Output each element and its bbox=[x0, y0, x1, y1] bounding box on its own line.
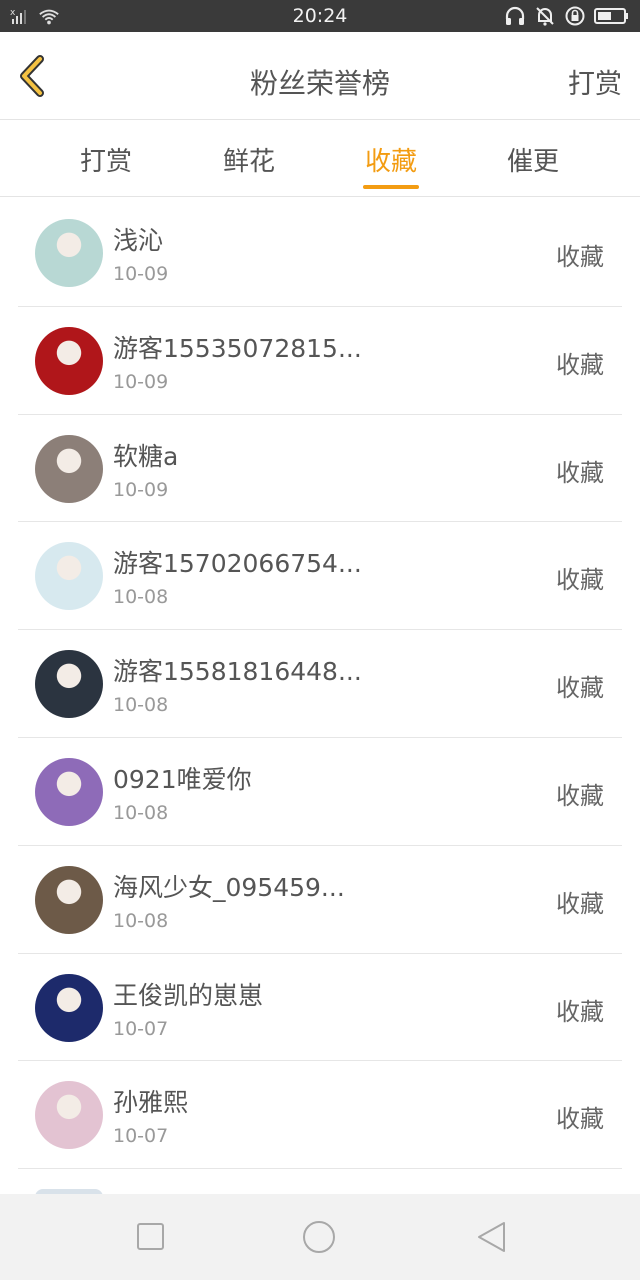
app-header: 粉丝荣誉榜 打赏 bbox=[0, 32, 640, 120]
rotation-lock-icon bbox=[565, 6, 585, 26]
favorite-label: 收藏 bbox=[556, 350, 604, 379]
avatar bbox=[35, 650, 103, 719]
status-bar: x 20:24 bbox=[0, 0, 640, 32]
date-label: 10-08 bbox=[113, 586, 169, 609]
user-name: 游客15535072815... bbox=[113, 333, 362, 363]
avatar bbox=[35, 219, 103, 287]
back-triangle-icon bbox=[478, 1222, 505, 1252]
list-item[interactable]: 游客15702066754... 10-08 收藏 bbox=[18, 522, 622, 631]
home-circle-icon bbox=[303, 1221, 335, 1253]
favorite-label: 收藏 bbox=[556, 243, 604, 271]
favorite-label: 收藏 bbox=[556, 458, 604, 487]
list-item[interactable]: 软糖a 10-09 收藏 bbox=[18, 415, 622, 523]
headphones-icon bbox=[505, 6, 525, 25]
user-name: 游客15581816448... bbox=[113, 657, 362, 687]
favorite-label: 收藏 bbox=[556, 889, 604, 918]
battery-icon bbox=[594, 8, 628, 24]
tab-bar: 打赏 鲜花 收藏 催更 bbox=[0, 121, 640, 197]
date-label: 10-08 bbox=[113, 801, 169, 824]
list-item[interactable]: 游客15581816448... 10-08 收藏 bbox=[18, 630, 622, 738]
page-title: 粉丝荣誉榜 bbox=[249, 67, 390, 100]
avatar bbox=[35, 865, 103, 934]
favorite-label: 收藏 bbox=[556, 781, 604, 810]
date-label: 10-07 bbox=[113, 1125, 169, 1148]
avatar bbox=[35, 1081, 103, 1150]
favorite-label: 收藏 bbox=[556, 1105, 604, 1134]
list-item[interactable]: 浅沁 10-09 收藏 bbox=[18, 199, 622, 307]
avatar bbox=[35, 434, 103, 503]
nav-back-button[interactable] bbox=[474, 1219, 510, 1255]
active-tab-indicator bbox=[363, 185, 419, 189]
user-name: 游客15702066754... bbox=[113, 549, 362, 579]
date-label: 10-07 bbox=[113, 1017, 169, 1040]
date-label: 10-08 bbox=[113, 694, 169, 717]
avatar bbox=[35, 973, 103, 1042]
user-name: 海风少女_095459... bbox=[113, 872, 345, 902]
fan-list: 浅沁 10-09 收藏 游客15535072815... 10-09 收藏 软糖… bbox=[18, 199, 622, 1170]
user-name: 孙雅熙 bbox=[113, 1088, 189, 1118]
recents-square-icon bbox=[137, 1223, 164, 1250]
list-item[interactable]: 王俊凯的崽崽 10-07 收藏 bbox=[18, 954, 622, 1062]
home-button[interactable] bbox=[301, 1219, 337, 1255]
date-label: 10-09 bbox=[113, 263, 169, 285]
tab-reward[interactable]: 打赏 bbox=[46, 141, 166, 178]
recents-button[interactable] bbox=[133, 1219, 169, 1255]
system-nav-bar bbox=[0, 1194, 640, 1280]
avatar bbox=[35, 542, 103, 611]
user-name: 王俊凯的崽崽 bbox=[113, 980, 264, 1010]
list-item[interactable]: 0921唯爱你 10-08 收藏 bbox=[18, 738, 622, 846]
list-item[interactable]: 海风少女_095459... 10-08 收藏 bbox=[18, 846, 622, 954]
tab-favorites[interactable]: 收藏 bbox=[331, 141, 451, 178]
user-name: 0921唯爱你 bbox=[113, 764, 252, 794]
date-label: 10-08 bbox=[113, 909, 169, 932]
avatar bbox=[35, 757, 103, 826]
list-item[interactable]: 游客15535072815... 10-09 收藏 bbox=[18, 307, 622, 415]
date-label: 10-09 bbox=[113, 478, 169, 501]
status-right-icons bbox=[504, 5, 630, 27]
reward-button[interactable]: 打赏 bbox=[568, 62, 622, 101]
list-item[interactable]: 孙雅熙 10-07 收藏 bbox=[18, 1061, 622, 1170]
date-label: 10-09 bbox=[113, 370, 169, 393]
tab-flowers[interactable]: 鲜花 bbox=[189, 141, 309, 178]
user-name: 浅沁 bbox=[113, 226, 164, 255]
favorite-label: 收藏 bbox=[556, 566, 604, 595]
favorite-label: 收藏 bbox=[556, 997, 604, 1026]
mute-bell-icon bbox=[536, 7, 554, 26]
avatar bbox=[35, 326, 103, 395]
tab-urge-update[interactable]: 催更 bbox=[473, 141, 593, 178]
favorite-label: 收藏 bbox=[556, 674, 604, 703]
user-name: 软糖a bbox=[113, 441, 179, 471]
